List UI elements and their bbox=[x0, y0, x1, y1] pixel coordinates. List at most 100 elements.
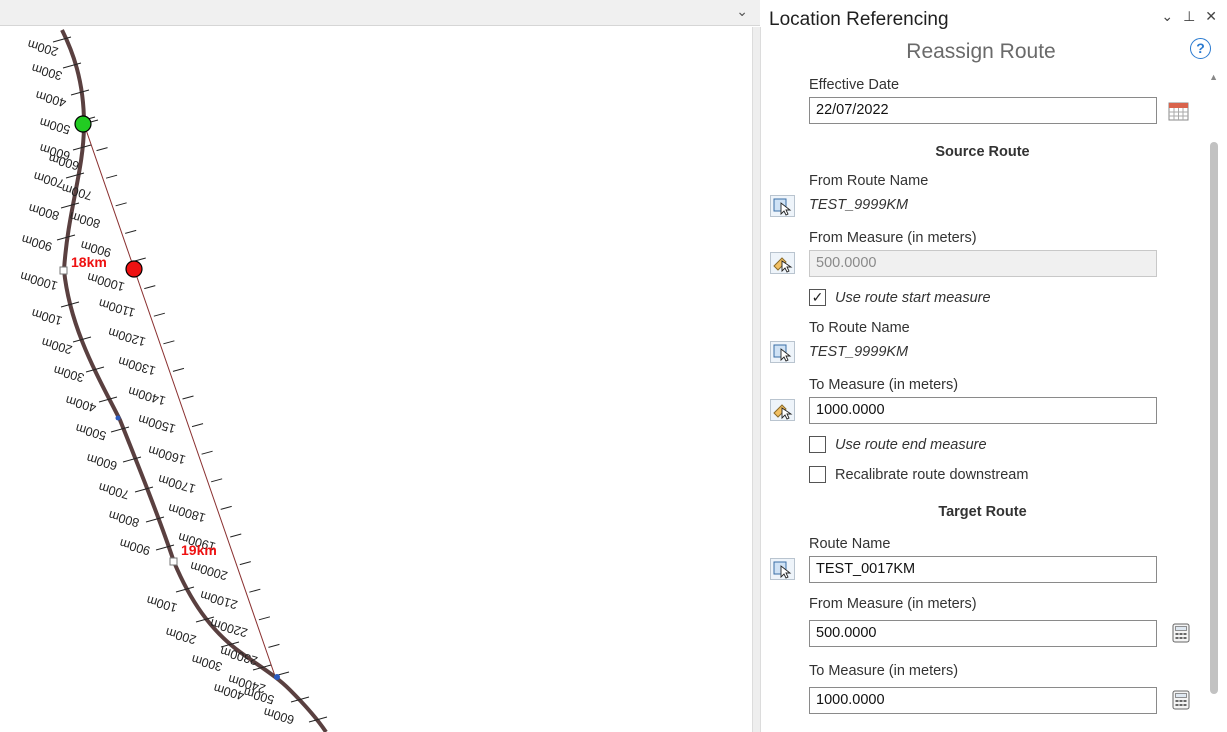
start-point-marker[interactable] bbox=[74, 115, 92, 133]
recalibrate-checkbox[interactable] bbox=[809, 466, 826, 483]
pick-route-icon bbox=[773, 561, 792, 579]
to-measure-input[interactable]: 1000.0000 bbox=[809, 397, 1157, 424]
measure-label: 1000m bbox=[86, 270, 127, 294]
to-measure-pick-button[interactable] bbox=[770, 399, 795, 421]
pane-splitter[interactable] bbox=[752, 27, 761, 732]
route-name-input[interactable]: TEST_0017KM bbox=[809, 556, 1157, 583]
from-measure-pick-button[interactable] bbox=[770, 252, 795, 274]
measure-label: 2300m bbox=[219, 644, 260, 668]
calculator-icon[interactable] bbox=[1172, 623, 1190, 643]
route-line[interactable] bbox=[60, 29, 328, 732]
measure-label: 500m bbox=[38, 115, 72, 137]
measure-label: 200m bbox=[164, 625, 198, 647]
measure-label: 1700m bbox=[157, 472, 198, 496]
measure-label: 1600m bbox=[147, 443, 188, 467]
measure-label: 800m bbox=[68, 209, 102, 231]
pick-measure-icon bbox=[773, 257, 793, 273]
from-route-pick-button[interactable] bbox=[770, 195, 795, 217]
measure-tick bbox=[258, 616, 271, 621]
map-tab-strip: ⌄ bbox=[0, 0, 760, 26]
measure-label: 300m bbox=[190, 652, 224, 674]
measure-label: 1300m bbox=[117, 354, 158, 378]
measure-label: 1800m bbox=[167, 501, 208, 525]
measure-tick bbox=[239, 561, 251, 566]
to-measure-label: To Measure (in meters) bbox=[809, 377, 959, 393]
calendar-icon[interactable] bbox=[1168, 100, 1190, 122]
measure-label: 300m bbox=[30, 61, 64, 83]
measure-tick bbox=[105, 174, 118, 179]
measure-label: 700m bbox=[97, 480, 131, 502]
measure-label: 200m bbox=[26, 37, 60, 59]
from-route-name-value: TEST_9999KM bbox=[809, 197, 909, 213]
map-view[interactable]: 200m 300m 400m 500m 600m 700m 800m 900m 1000m 100… bbox=[0, 27, 752, 732]
measure-tick bbox=[172, 367, 185, 372]
vertex-dot bbox=[274, 674, 280, 680]
from-measure-input: 500.0000 bbox=[809, 250, 1157, 277]
app-window: ⌄ 200m 300m 400m 500m 600m 700m 800m 900m 1000m 1… bbox=[0, 0, 1227, 732]
km-marker-18 bbox=[59, 266, 68, 275]
measure-tick bbox=[211, 478, 223, 483]
measure-label: 2200m bbox=[209, 616, 250, 640]
recalibrate-label[interactable]: Recalibrate route downstream bbox=[835, 467, 1028, 483]
use-end-measure-checkbox[interactable] bbox=[809, 436, 826, 453]
target-from-measure-label: From Measure (in meters) bbox=[809, 596, 977, 612]
target-to-measure-input[interactable]: 1000.0000 bbox=[809, 687, 1157, 714]
to-route-name-value: TEST_9999KM bbox=[809, 344, 909, 360]
options-chevron-icon[interactable]: ⌄ bbox=[1161, 8, 1173, 25]
location-referencing-pane: Location Referencing ⌄ ⊥ ✕ Reassign Rout… bbox=[761, 0, 1227, 732]
measure-tick bbox=[220, 505, 232, 510]
scrollbar-thumb[interactable] bbox=[1210, 142, 1218, 694]
measure-label: 1400m bbox=[127, 384, 168, 408]
measure-tick bbox=[182, 395, 194, 400]
measure-tick bbox=[191, 423, 204, 428]
measure-label: 900m bbox=[20, 232, 54, 254]
measure-label: 2100m bbox=[199, 588, 240, 612]
effective-date-input[interactable]: 22/07/2022 bbox=[809, 97, 1157, 124]
measure-tick bbox=[201, 450, 213, 455]
target-route-pick-button[interactable] bbox=[770, 558, 795, 580]
measure-label: 200m bbox=[40, 335, 74, 357]
pick-measure-icon bbox=[773, 404, 793, 420]
pin-icon[interactable]: ⊥ bbox=[1183, 8, 1195, 25]
measure-tick bbox=[125, 229, 137, 234]
km-marker-19 bbox=[169, 557, 178, 566]
measure-ticks bbox=[52, 36, 328, 723]
measure-label: 1500m bbox=[137, 412, 178, 436]
from-route-name-label: From Route Name bbox=[809, 173, 929, 189]
tool-title: Reassign Route bbox=[906, 40, 1056, 63]
vertex-dot bbox=[115, 415, 121, 421]
measure-label: 700m bbox=[32, 169, 66, 191]
use-end-measure-label[interactable]: Use route end measure bbox=[835, 437, 987, 453]
measure-tick bbox=[96, 147, 108, 152]
route-name-label: Route Name bbox=[809, 536, 891, 552]
measure-label: 400m bbox=[64, 393, 98, 415]
scroll-up-arrow-icon[interactable]: ▲ bbox=[1209, 72, 1218, 82]
measure-label: 600m bbox=[85, 451, 119, 473]
measure-label: 600m bbox=[262, 705, 296, 727]
measure-tick bbox=[60, 202, 80, 209]
effective-date-label: Effective Date bbox=[809, 77, 900, 93]
measure-tick bbox=[249, 588, 261, 593]
close-icon[interactable]: ✕ bbox=[1205, 8, 1217, 25]
use-start-measure-checkbox[interactable]: ✓ bbox=[809, 289, 826, 306]
from-measure-label: From Measure (in meters) bbox=[809, 230, 977, 246]
calculator-icon[interactable] bbox=[1172, 690, 1190, 710]
measure-tick bbox=[134, 486, 154, 493]
chevron-down-icon[interactable]: ⌄ bbox=[736, 3, 748, 20]
pick-route-icon bbox=[773, 198, 792, 216]
measure-tick bbox=[134, 257, 146, 262]
measure-label: 300m bbox=[52, 363, 86, 385]
help-icon[interactable]: ? bbox=[1190, 38, 1211, 59]
measure-tick bbox=[163, 340, 175, 345]
map-canvas[interactable]: 200m300m400m500m600m700m800m900m1000m100… bbox=[0, 27, 752, 732]
measure-label: 400m bbox=[34, 88, 68, 110]
measure-label: 2000m bbox=[189, 559, 230, 583]
end-point-marker[interactable] bbox=[125, 260, 143, 278]
measure-label: 500m bbox=[74, 421, 108, 443]
measure-tick bbox=[144, 285, 156, 290]
measure-label: 1000m bbox=[19, 269, 60, 293]
to-route-pick-button[interactable] bbox=[770, 341, 795, 363]
target-route-header: Target Route bbox=[938, 504, 1027, 520]
use-start-measure-label[interactable]: Use route start measure bbox=[835, 290, 991, 306]
target-from-measure-input[interactable]: 500.0000 bbox=[809, 620, 1157, 647]
